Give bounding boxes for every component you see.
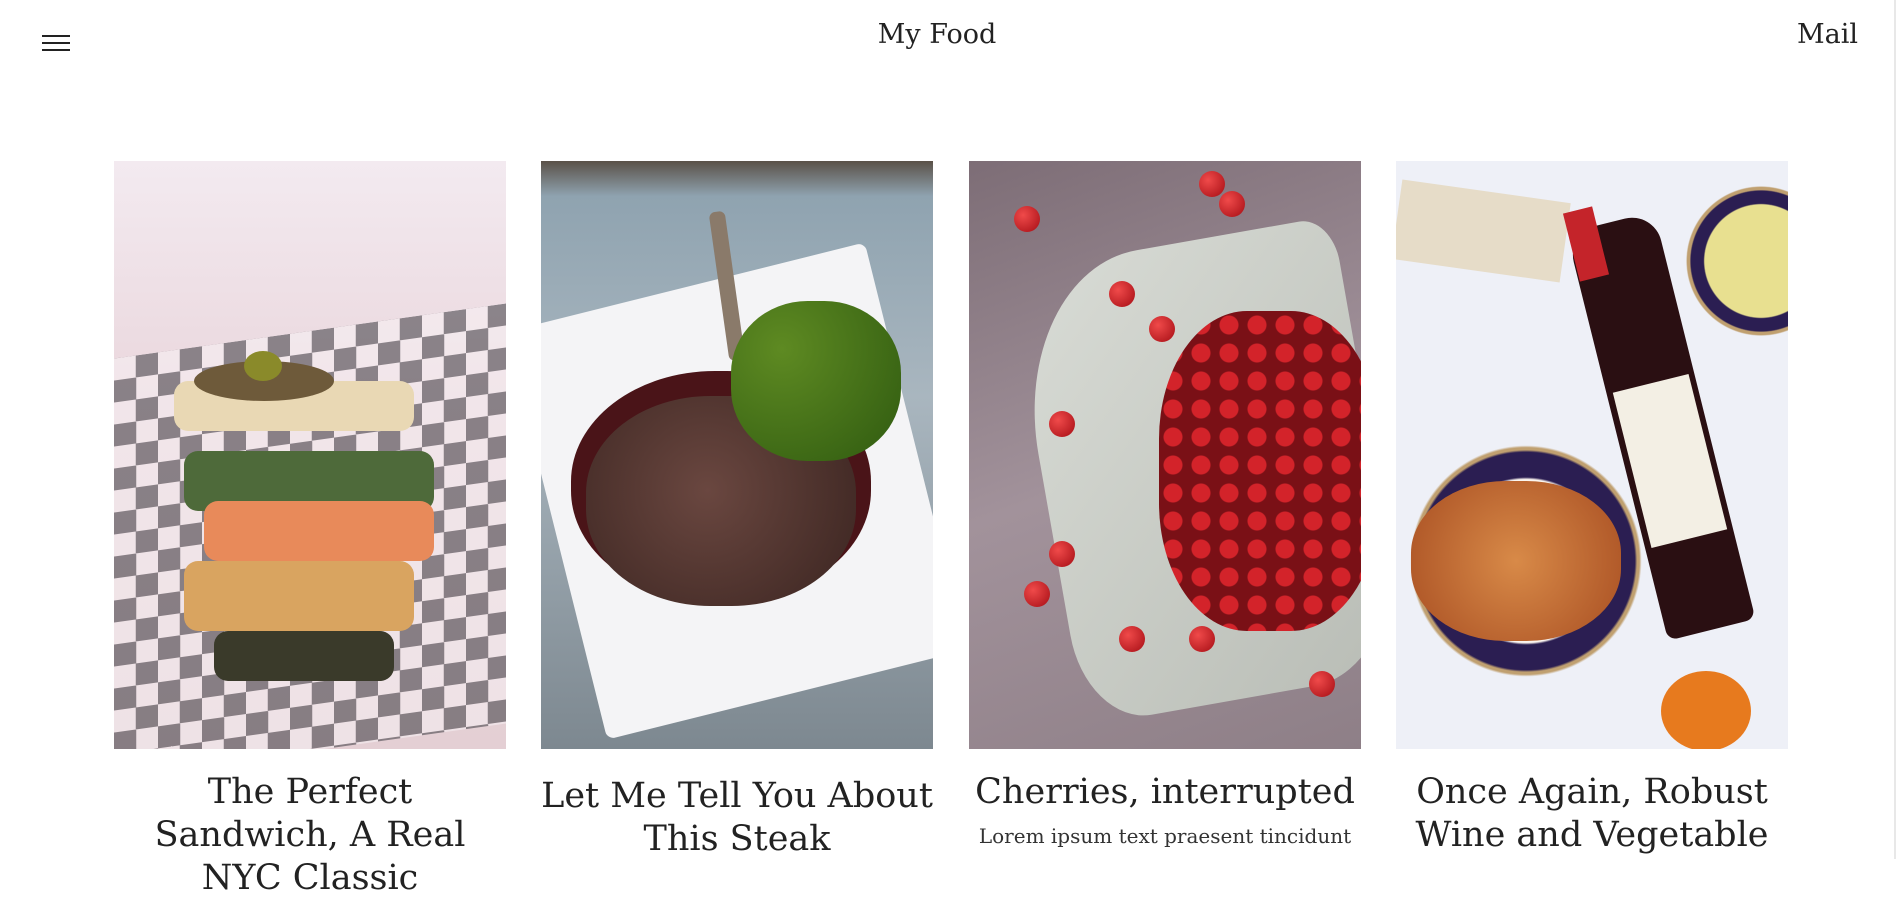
wine-pasta-photo[interactable] <box>1396 161 1788 749</box>
article-title[interactable]: The Perfect Sandwich, A Real NYC Classic <box>114 771 506 900</box>
article-card-steak[interactable]: Let Me Tell You About This Steak <box>541 161 933 861</box>
article-title[interactable]: Let Me Tell You About This Steak <box>541 775 933 861</box>
cherries-photo[interactable] <box>969 161 1361 749</box>
article-title[interactable]: Once Again, Robust Wine and Vegetable <box>1396 771 1788 857</box>
site-title[interactable]: My Food <box>0 19 1874 50</box>
steak-photo[interactable] <box>541 161 933 749</box>
article-card-cherries[interactable]: Cherries, interrupted Lorem ipsum text p… <box>969 161 1361 848</box>
article-excerpt: Lorem ipsum text praesent tincidunt <box>978 824 1352 848</box>
article-card-sandwich[interactable]: The Perfect Sandwich, A Real NYC Classic <box>114 161 506 900</box>
site-header: My Food Mail <box>0 0 1896 80</box>
article-title[interactable]: Cherries, interrupted <box>969 771 1361 814</box>
article-card-wine[interactable]: Once Again, Robust Wine and Vegetable <box>1396 161 1788 857</box>
mail-link[interactable]: Mail <box>1797 19 1858 50</box>
sandwich-photo[interactable] <box>114 161 506 749</box>
